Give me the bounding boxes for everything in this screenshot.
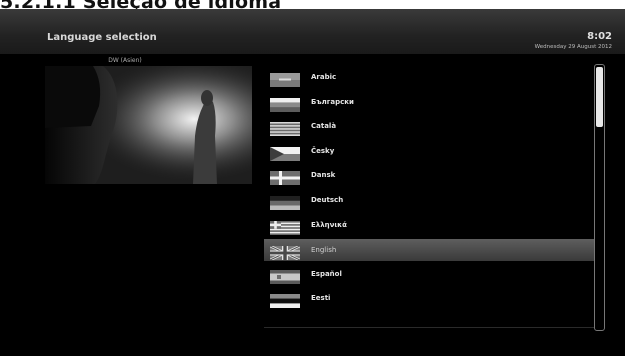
language-item[interactable]: Español bbox=[264, 263, 594, 288]
language-label: Español bbox=[311, 269, 342, 278]
language-item[interactable]: Català bbox=[264, 115, 594, 140]
scrollbar[interactable] bbox=[594, 64, 605, 331]
scroll-thumb[interactable] bbox=[596, 67, 603, 127]
date-display: Wednesday 29 August 2012 bbox=[534, 44, 612, 50]
flag-czech-icon bbox=[270, 146, 300, 161]
flag-danish-icon bbox=[270, 170, 300, 186]
tv-screen: Language selection 8:02 Wednesday 29 Aug… bbox=[0, 9, 625, 356]
language-label: Български bbox=[311, 97, 354, 106]
language-label: Česky bbox=[311, 146, 335, 155]
list-divider bbox=[264, 327, 594, 328]
language-item[interactable]: Eesti bbox=[264, 287, 594, 312]
flag-estonian-icon bbox=[270, 293, 300, 309]
language-item[interactable]: Arabic bbox=[264, 66, 594, 91]
channel-name: DW (Asien) bbox=[108, 57, 142, 64]
flag-greek-icon bbox=[270, 220, 300, 235]
language-label: Català bbox=[311, 122, 337, 131]
language-item[interactable]: Česky bbox=[264, 140, 594, 165]
flag-catalan-icon bbox=[270, 121, 300, 137]
title-bar: Language selection 8:02 Wednesday 29 Aug… bbox=[0, 9, 625, 54]
screen-title: Language selection bbox=[47, 32, 157, 43]
language-label: Arabic bbox=[311, 73, 337, 81]
flag-spanish-icon bbox=[270, 269, 300, 284]
language-label: Eesti bbox=[311, 294, 331, 303]
flag-arabic-icon bbox=[270, 72, 300, 87]
language-label: English bbox=[311, 246, 337, 255]
clock: 8:02 bbox=[587, 31, 612, 42]
video-frame-image bbox=[45, 66, 252, 184]
flag-german-icon bbox=[270, 195, 300, 210]
language-item[interactable]: Ελληνικά bbox=[264, 214, 594, 239]
language-label: Dansk bbox=[311, 171, 336, 180]
language-label: Deutsch bbox=[311, 195, 344, 204]
language-label: Ελληνικά bbox=[311, 220, 347, 229]
flag-bulgarian-icon bbox=[270, 97, 300, 112]
flag-english-icon bbox=[269, 244, 301, 262]
video-preview bbox=[45, 66, 252, 184]
language-item[interactable]: English bbox=[264, 239, 594, 262]
language-item[interactable]: Български bbox=[264, 91, 594, 116]
language-item[interactable]: Deutsch bbox=[264, 189, 594, 214]
language-item[interactable]: Dansk bbox=[264, 164, 594, 189]
language-list: Arabic Български Català Česky Dansk Deutsch Ελ… bbox=[264, 66, 594, 312]
